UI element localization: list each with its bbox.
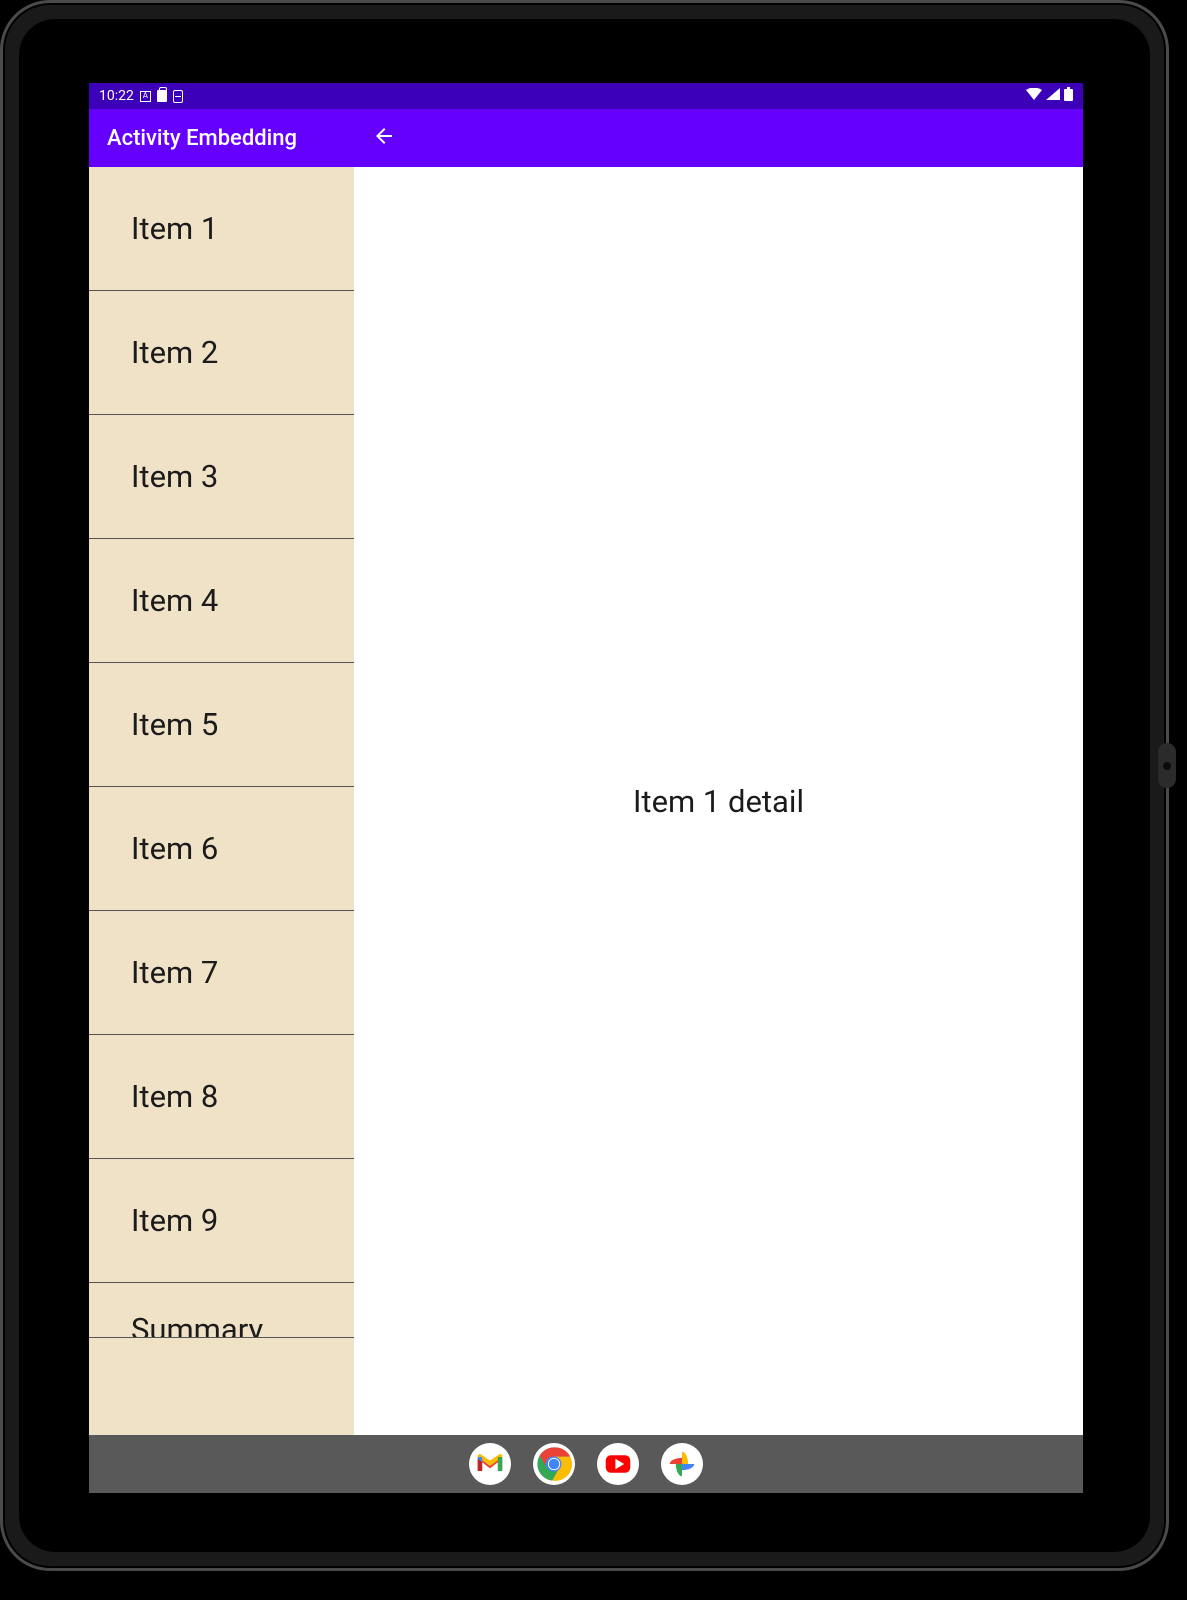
photos-icon[interactable] bbox=[661, 1443, 703, 1485]
list-item[interactable]: Summary bbox=[89, 1283, 354, 1338]
list-item[interactable]: Item 7 bbox=[89, 911, 354, 1035]
list-item-label: Item 1 bbox=[131, 210, 218, 247]
storage-icon bbox=[173, 90, 183, 103]
list-item-label: Item 4 bbox=[131, 582, 218, 619]
back-icon[interactable] bbox=[372, 124, 396, 152]
signal-icon bbox=[1046, 88, 1060, 104]
screen: 10:22 A Activity Embedding bbox=[89, 83, 1083, 1493]
keyboard-indicator-icon: A bbox=[140, 91, 151, 102]
list-item-label: Item 6 bbox=[131, 830, 218, 867]
battery-icon bbox=[1064, 87, 1073, 105]
list-item[interactable]: Item 8 bbox=[89, 1035, 354, 1159]
list-item-label: Item 3 bbox=[131, 458, 218, 495]
list-item-label: Summary bbox=[131, 1311, 263, 1338]
chrome-icon[interactable] bbox=[533, 1443, 575, 1485]
clipboard-icon bbox=[157, 90, 167, 102]
status-time: 10:22 bbox=[99, 88, 134, 104]
status-right bbox=[1026, 87, 1073, 105]
list-item[interactable]: Item 2 bbox=[89, 291, 354, 415]
app-title: Activity Embedding bbox=[89, 126, 354, 151]
status-bar: 10:22 A bbox=[89, 83, 1083, 109]
list-item[interactable]: Item 4 bbox=[89, 539, 354, 663]
list-item[interactable]: Item 3 bbox=[89, 415, 354, 539]
list-item-label: Item 2 bbox=[131, 334, 218, 371]
tablet-frame: 10:22 A Activity Embedding bbox=[0, 0, 1169, 1571]
list-item[interactable]: Item 1 bbox=[89, 167, 354, 291]
youtube-icon[interactable] bbox=[597, 1443, 639, 1485]
body-split: Item 1 Item 2 Item 3 Item 4 Item 5 Item … bbox=[89, 167, 1083, 1435]
power-indicator-icon bbox=[1163, 762, 1171, 770]
power-button[interactable] bbox=[1158, 743, 1176, 788]
list-pane: Item 1 Item 2 Item 3 Item 4 Item 5 Item … bbox=[89, 167, 354, 1435]
list-item-label: Item 7 bbox=[131, 954, 218, 991]
list-item-label: Item 9 bbox=[131, 1202, 218, 1239]
list-item[interactable]: Item 6 bbox=[89, 787, 354, 911]
app-bar-detail bbox=[354, 124, 1083, 152]
detail-text: Item 1 detail bbox=[633, 783, 804, 820]
detail-pane: Item 1 detail bbox=[354, 167, 1083, 1435]
status-left: 10:22 A bbox=[99, 88, 183, 104]
list-item[interactable]: Item 9 bbox=[89, 1159, 354, 1283]
app-bar: Activity Embedding bbox=[89, 109, 1083, 167]
wifi-icon bbox=[1026, 88, 1042, 104]
list-item[interactable]: Item 5 bbox=[89, 663, 354, 787]
list-item-label: Item 5 bbox=[131, 706, 218, 743]
gmail-icon[interactable] bbox=[469, 1443, 511, 1485]
nav-bar bbox=[89, 1435, 1083, 1493]
list-item-label: Item 8 bbox=[131, 1078, 218, 1115]
